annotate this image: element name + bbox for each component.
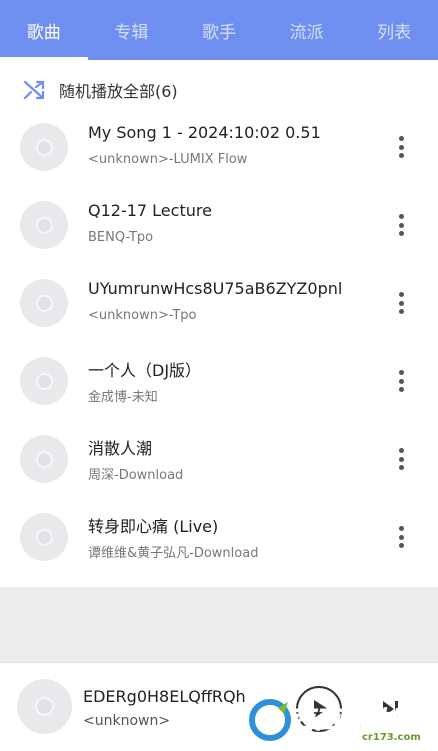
more-options-icon[interactable] (388, 290, 414, 316)
song-row[interactable]: 转身即心痛 (Live) 谭维维&黄子弘凡-Download (0, 498, 438, 576)
album-art-disc-icon (20, 279, 68, 327)
tab-genres[interactable]: 流派 (263, 0, 351, 60)
song-title: 转身即心痛 (Live) (88, 517, 219, 536)
song-title: My Song 1 - 2024:10:02 0.51 (88, 123, 321, 142)
song-subtitle: <unknown>-Tpo (88, 308, 197, 323)
song-subtitle: 谭维维&黄子弘凡-Download (88, 546, 259, 561)
song-row[interactable]: My Song 1 - 2024:10:02 0.51 <unknown>-LU… (0, 108, 438, 186)
song-row[interactable]: UYumrunwHcs8U75aB6ZYZ0pnl <unknown>-Tpo (0, 264, 438, 342)
tab-artists[interactable]: 歌手 (175, 0, 263, 60)
shuffle-all-label: 随机播放全部(6) (59, 82, 178, 101)
watermark-text: 西西软件园 (290, 706, 415, 735)
more-options-icon[interactable] (388, 368, 414, 394)
watermark-logo-icon (249, 699, 291, 741)
now-playing-disc-icon (17, 679, 72, 734)
more-options-icon[interactable] (388, 524, 414, 550)
song-row[interactable]: Q12-17 Lecture BENQ-Tpo (0, 186, 438, 264)
more-options-icon[interactable] (388, 134, 414, 160)
more-options-icon[interactable] (388, 212, 414, 238)
site-watermark: 西西软件园 cr173.com (240, 690, 438, 751)
song-subtitle: 周深-Download (88, 468, 184, 483)
song-title: UYumrunwHcs8U75aB6ZYZ0pnl (88, 279, 343, 298)
album-art-disc-icon (20, 513, 68, 561)
more-options-icon[interactable] (388, 446, 414, 472)
now-playing-artist: <unknown> (83, 713, 171, 729)
song-row[interactable]: 一个人（DJ版） 金成博-未知 (0, 342, 438, 420)
song-row[interactable]: 消散人潮 周深-Download (0, 420, 438, 498)
shuffle-icon (23, 80, 45, 100)
now-playing-title: EDERg0H8ELQffRQh (83, 687, 246, 706)
album-art-disc-icon (20, 357, 68, 405)
tab-playlists[interactable]: 列表 (350, 0, 438, 60)
album-art-disc-icon (20, 123, 68, 171)
song-list-panel: 随机播放全部(6) My Song 1 - 2024:10:02 0.51 <u… (0, 60, 438, 587)
album-art-disc-icon (20, 201, 68, 249)
song-subtitle: 金成博-未知 (88, 390, 158, 405)
watermark-url: cr173.com (362, 732, 421, 743)
tab-bar: 歌曲 专辑 歌手 流派 列表 (0, 0, 438, 60)
tab-albums[interactable]: 专辑 (88, 0, 176, 60)
song-title: Q12-17 Lecture (88, 201, 212, 220)
song-title: 一个人（DJ版） (88, 361, 202, 380)
tab-songs[interactable]: 歌曲 (0, 0, 88, 60)
song-title: 消散人潮 (88, 439, 153, 458)
album-art-disc-icon (20, 435, 68, 483)
song-subtitle: <unknown>-LUMIX Flow (88, 152, 248, 167)
song-subtitle: BENQ-Tpo (88, 230, 154, 245)
